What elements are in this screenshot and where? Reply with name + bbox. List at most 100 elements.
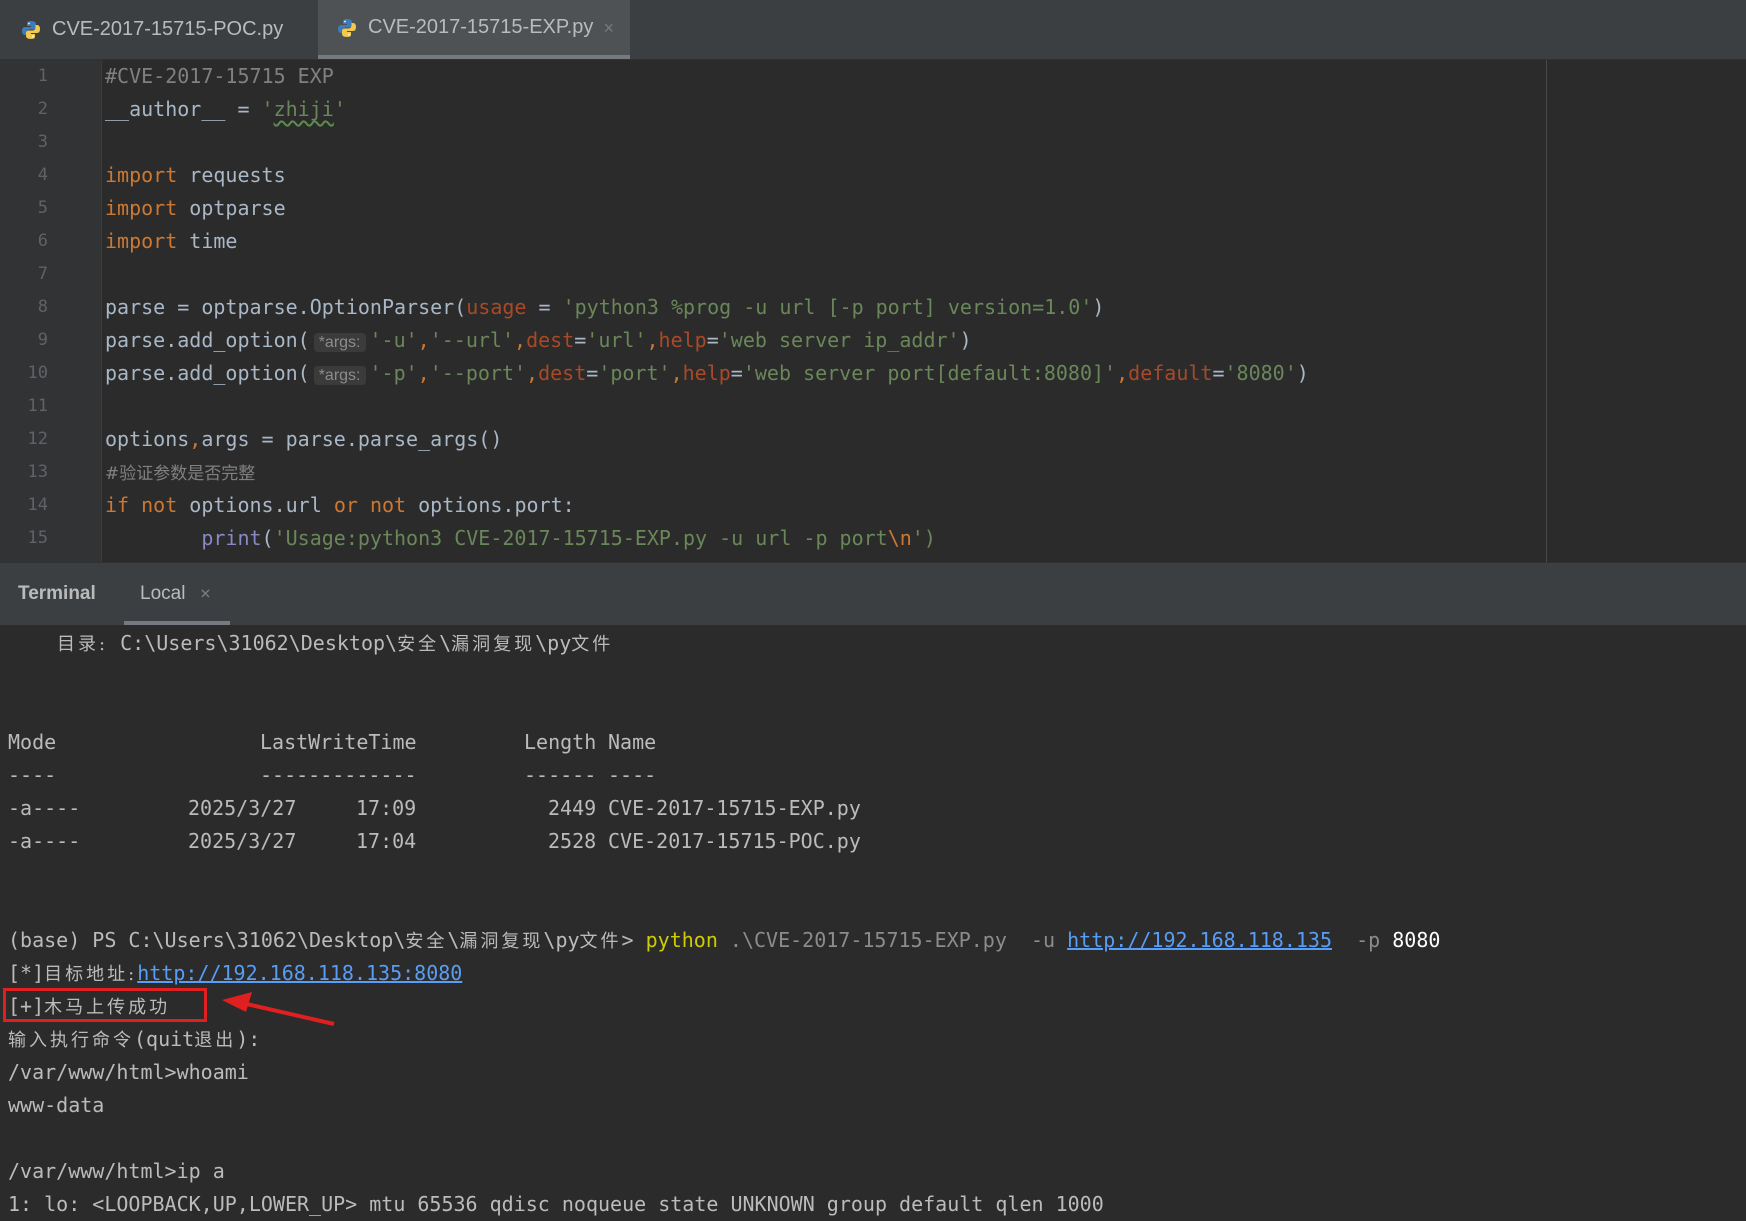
input-prompt-label: 输入执行命令 xyxy=(8,1030,134,1051)
param-name: usage xyxy=(466,295,527,319)
import-keyword: import xyxy=(105,163,178,187)
not-keyword: not xyxy=(141,493,178,517)
equals: = xyxy=(730,361,743,385)
string-literal: 'python3 %prog -u url [-p port] version=… xyxy=(562,295,1093,319)
line-number: 2 xyxy=(37,99,48,119)
code-line-15: print('Usage:python3 CVE-2017-15715-EXP.… xyxy=(105,522,936,555)
code-text: __author__ = xyxy=(105,97,262,121)
string-literal: '-p' xyxy=(369,361,418,385)
import-keyword: import xyxy=(105,229,178,253)
line-number: 3 xyxy=(37,132,48,152)
or-keyword: or xyxy=(333,493,358,517)
close-paren: ) xyxy=(1296,361,1309,385)
equals: = xyxy=(586,361,599,385)
comment: #验证参数是否完整 xyxy=(105,464,256,484)
column-header-name: Name xyxy=(608,730,657,754)
string-literal: 'url' xyxy=(586,328,647,352)
line-number: 1 xyxy=(37,66,48,86)
module-name: requests xyxy=(177,163,286,187)
comment: #CVE-2017-15715 EXP xyxy=(105,64,334,88)
param-name: default xyxy=(1128,361,1213,385)
comma: , xyxy=(417,328,430,352)
tab-exp-file[interactable]: CVE-2017-15715-EXP.py × xyxy=(318,0,630,59)
comma: , xyxy=(526,361,539,385)
line-number: 9 xyxy=(37,330,48,350)
string-literal: 'port' xyxy=(598,361,671,385)
shell-command: /var/www/html>whoami xyxy=(8,1060,249,1084)
column-divider: ------ xyxy=(524,763,597,787)
input-prompt-text: (quit xyxy=(134,1027,195,1051)
string-literal: 'web server port[default:8080]' xyxy=(742,361,1117,385)
escape-sequence: \n xyxy=(887,526,912,550)
code-text: = xyxy=(526,295,563,319)
equals: = xyxy=(574,328,587,352)
comma: , xyxy=(646,328,659,352)
directory-path: 漏洞复现 xyxy=(451,634,536,655)
close-icon[interactable]: × xyxy=(603,18,614,39)
module-name: optparse xyxy=(177,196,286,220)
line-number-gutter: 1 2 3 4 5 6 7 8 9 10 11 12 13 14 15 xyxy=(0,60,102,562)
param-name: help xyxy=(658,328,707,352)
code-line-6: import time xyxy=(105,225,237,258)
target-label: 目标地址: xyxy=(44,964,138,985)
comma: , xyxy=(670,361,683,385)
column-divider: ---- xyxy=(8,763,57,787)
prompt: 文件 xyxy=(579,931,622,952)
not-keyword: not xyxy=(369,493,407,517)
file-time: 17:09 xyxy=(356,796,417,820)
string-literal: '--url' xyxy=(429,328,515,352)
prompt-symbol: > xyxy=(621,928,634,952)
column-header-mode: Mode xyxy=(8,730,57,754)
comma: , xyxy=(417,361,430,385)
terminal-tab-label: Local xyxy=(140,583,186,604)
string-literal: '8080' xyxy=(1224,361,1297,385)
equals: = xyxy=(1212,361,1225,385)
code-text: options xyxy=(105,427,190,451)
close-icon[interactable]: × xyxy=(200,583,211,604)
path-separator: \ xyxy=(447,928,460,952)
file-name: CVE-2017-15715-EXP.py xyxy=(608,796,861,820)
code-text: ) xyxy=(1092,295,1105,319)
param-name: help xyxy=(682,361,731,385)
input-prompt-label: 退出 xyxy=(194,1030,237,1051)
code-editor[interactable]: 1 2 3 4 5 6 7 8 9 10 11 12 13 14 15 #CVE… xyxy=(0,60,1746,562)
terminal-title: Terminal xyxy=(18,583,96,604)
param-name: dest xyxy=(538,361,587,385)
info-prefix: [*] xyxy=(8,961,45,985)
directory-line: 目录: C:\Users\31062\Desktop\安全\漏洞复现\py文件 xyxy=(57,627,613,661)
code-line-1: #CVE-2017-15715 EXP xyxy=(105,60,334,93)
prompt: \py xyxy=(543,928,580,952)
tab-poc-file[interactable]: CVE-2017-15715-POC.py xyxy=(0,0,318,59)
powershell-command-line: (base) PS C:\Users\31062\Desktop\安全\漏洞复现… xyxy=(8,924,1440,958)
terminal-output[interactable]: 目录: C:\Users\31062\Desktop\安全\漏洞复现\py文件 … xyxy=(0,625,1746,1218)
param-name: dest xyxy=(526,328,575,352)
close-paren: ) xyxy=(959,328,972,352)
python-file-icon xyxy=(22,20,40,39)
target-url-link[interactable]: http://192.168.118.135 xyxy=(1067,928,1332,952)
comma: , xyxy=(514,328,527,352)
prompt: 安全 xyxy=(405,931,448,952)
file-length: 2449 xyxy=(548,796,597,820)
file-date: 2025/3/27 xyxy=(188,796,297,820)
shell-output: www-data xyxy=(8,1093,105,1117)
equals: = xyxy=(706,328,719,352)
code-line-2: __author__ = 'zhiji' xyxy=(105,93,346,126)
annotation-arrow-icon xyxy=(222,992,335,1026)
code-line-9: parse.add_option(*args: '-u','--url',dest… xyxy=(105,324,972,359)
code-line-10: parse.add_option(*args: '-p','--port',des… xyxy=(105,357,1309,392)
right-margin-guide xyxy=(1546,60,1547,562)
script-argument: .\CVE-2017-15715-EXP.py xyxy=(729,928,1007,952)
line-number: 13 xyxy=(27,462,48,482)
line-number: 5 xyxy=(37,198,48,218)
annotation-highlight-box xyxy=(3,988,207,1022)
prompt: (base) PS C:\Users\31062\Desktop\ xyxy=(8,928,406,952)
target-address-link[interactable]: http://192.168.118.135:8080 xyxy=(137,961,462,985)
code-line-14: if not options.url or not options.port: xyxy=(105,489,575,522)
line-number: 7 xyxy=(37,264,48,284)
terminal-tab-local[interactable]: Local × xyxy=(124,563,230,625)
line-number: 12 xyxy=(27,429,48,449)
terminal-header: Terminal Local × xyxy=(0,562,1746,625)
path-separator: \ xyxy=(439,631,452,655)
string-literal: '-u' xyxy=(369,328,418,352)
column-header-lastwritetime: LastWriteTime xyxy=(260,730,417,754)
